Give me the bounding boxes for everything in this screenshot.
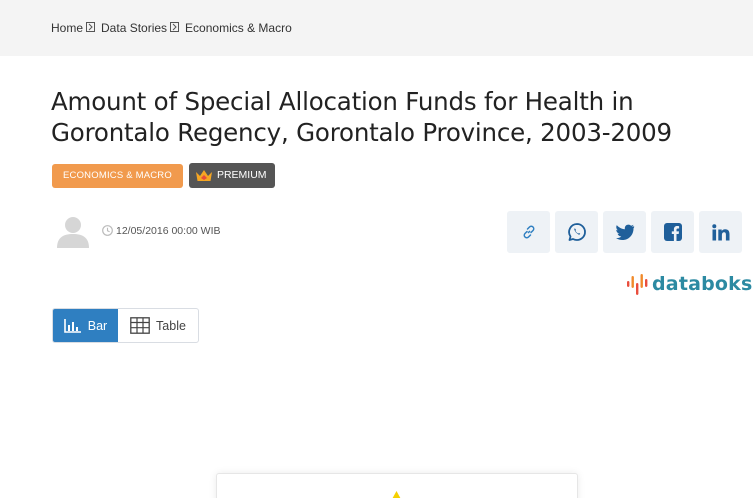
chart-marker-icon xyxy=(392,491,401,498)
table-grid-icon xyxy=(130,317,150,334)
link-icon xyxy=(523,225,534,239)
breadcrumb-economics-macro-link[interactable]: Economics & Macro xyxy=(185,21,292,35)
breadcrumb-separator-icon xyxy=(170,21,180,32)
premium-badge: PREMIUM xyxy=(188,163,275,188)
breadcrumb-data-stories-link[interactable]: Data Stories xyxy=(101,21,167,35)
publish-date: 12/05/2016 00:00 WIB xyxy=(116,224,221,237)
badge-row: ECONOMICS & MACRO PREMIUM xyxy=(52,163,275,188)
breadcrumb-bar: Home Data Stories Economics & Macro xyxy=(0,0,753,56)
table-view-button[interactable]: Table xyxy=(118,309,198,342)
share-whatsapp-button[interactable] xyxy=(555,211,598,253)
linkedin-icon xyxy=(711,223,729,240)
premium-badge-label: PREMIUM xyxy=(216,169,267,181)
breadcrumb-separator-icon xyxy=(86,21,96,32)
category-badge[interactable]: ECONOMICS & MACRO xyxy=(52,163,183,188)
share-twitter-button[interactable] xyxy=(603,211,646,253)
share-facebook-button[interactable] xyxy=(651,211,694,253)
whatsapp-icon xyxy=(567,223,586,241)
twitter-icon xyxy=(615,224,634,240)
facebook-icon xyxy=(663,223,682,241)
crown-icon xyxy=(195,170,212,181)
avatar xyxy=(53,213,90,248)
share-linkedin-button[interactable] xyxy=(699,211,742,253)
chart-card xyxy=(216,473,578,498)
share-link-button[interactable] xyxy=(507,211,550,253)
clock-icon xyxy=(102,225,113,236)
page-title-line-2: Gorontalo Regency, Gorontalo Province, 2… xyxy=(51,118,672,147)
bar-chart-icon xyxy=(63,319,81,333)
bar-view-label: Bar xyxy=(87,318,108,333)
databoks-logo[interactable]: databoks xyxy=(626,272,753,296)
breadcrumb: Home Data Stories Economics & Macro xyxy=(51,21,292,35)
breadcrumb-home-link[interactable]: Home xyxy=(51,21,83,35)
page-title: Amount of Special Allocation Funds for H… xyxy=(51,86,751,148)
page-title-line-1: Amount of Special Allocation Funds for H… xyxy=(51,87,634,116)
chart-view-toggle: Bar Table xyxy=(52,308,199,343)
bar-view-button[interactable]: Bar xyxy=(53,309,118,342)
databoks-logo-text: databoks xyxy=(652,273,753,295)
article-meta: 12/05/2016 00:00 WIB xyxy=(53,213,221,248)
databoks-logo-mark-icon xyxy=(627,274,648,295)
table-view-label: Table xyxy=(156,318,186,333)
